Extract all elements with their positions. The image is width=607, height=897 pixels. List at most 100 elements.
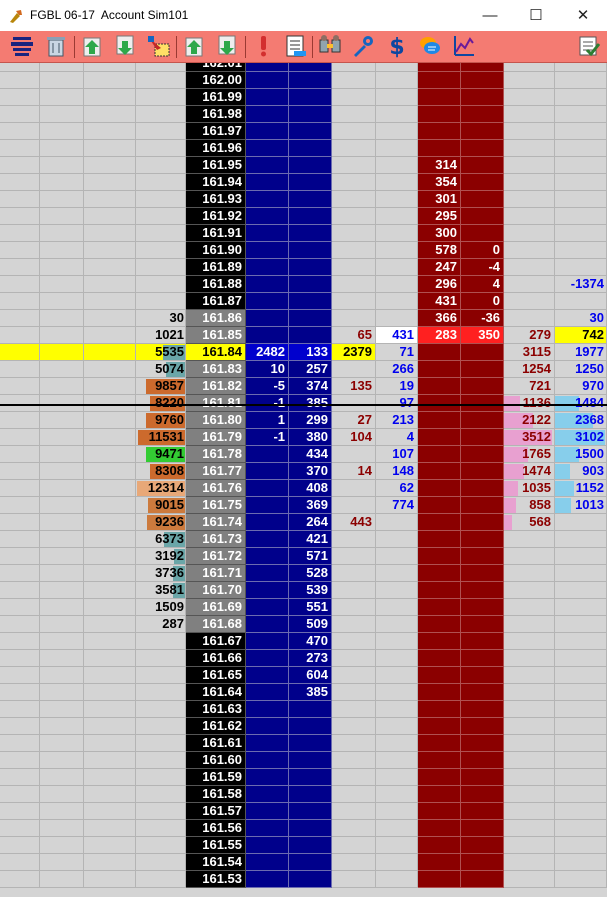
bid-order-cell[interactable] [246, 463, 289, 480]
bid-depth-cell[interactable] [136, 701, 186, 718]
trash-button[interactable] [43, 33, 69, 59]
price-cell[interactable]: 161.89 [186, 259, 246, 276]
buy-trade-cell[interactable] [504, 174, 555, 191]
bid-depth-cell[interactable] [136, 718, 186, 735]
ladder-row[interactable]: 161.90 578 0 [0, 242, 607, 259]
buy-volume-cell[interactable] [376, 276, 418, 293]
sell-trade-cell[interactable] [555, 157, 607, 174]
ladder-cell-left-blank[interactable] [40, 871, 84, 888]
bid-volume-cell[interactable] [289, 701, 332, 718]
bid-order-cell[interactable] [246, 769, 289, 786]
ask-volume-cell[interactable] [418, 378, 461, 395]
ladder-cell-left-blank[interactable] [40, 633, 84, 650]
ladder-cell-left-blank[interactable] [0, 480, 40, 497]
sell-trade-cell[interactable] [555, 854, 607, 871]
buy-trade-cell[interactable] [504, 276, 555, 293]
sell-volume-cell[interactable] [332, 106, 376, 123]
ladder-cell-left-blank[interactable] [84, 361, 136, 378]
ladder-cell-left-blank[interactable] [40, 667, 84, 684]
ladder-cell-left-blank[interactable] [40, 786, 84, 803]
sell-volume-cell[interactable] [332, 446, 376, 463]
ladder-cell-left-blank[interactable] [40, 72, 84, 89]
buy-volume-cell[interactable] [376, 259, 418, 276]
bid-depth-cell[interactable] [136, 242, 186, 259]
bid-depth-cell[interactable] [136, 735, 186, 752]
ladder-cell-left-blank[interactable] [84, 463, 136, 480]
price-cell[interactable]: 161.85 [186, 327, 246, 344]
sell-volume-cell[interactable] [332, 497, 376, 514]
price-cell[interactable]: 161.56 [186, 820, 246, 837]
sell-trade-cell[interactable]: -1374 [555, 276, 607, 293]
ladder-row[interactable]: 6373 161.73 421 [0, 531, 607, 548]
ask-order-cell[interactable]: 0 [461, 242, 504, 259]
minimize-button[interactable]: — [467, 0, 513, 31]
buy-trade-cell[interactable]: 2122 [504, 412, 555, 429]
ladder-row[interactable]: 161.56 [0, 820, 607, 837]
buy-trade-cell[interactable]: 858 [504, 497, 555, 514]
ladder-row[interactable]: 161.64 385 [0, 684, 607, 701]
bid-volume-cell[interactable] [289, 225, 332, 242]
ask-volume-cell[interactable] [418, 616, 461, 633]
sell-volume-cell[interactable]: 104 [332, 429, 376, 446]
ladder-row[interactable]: 161.57 [0, 803, 607, 820]
bid-depth-cell[interactable]: 30 [136, 310, 186, 327]
ask-volume-cell[interactable] [418, 803, 461, 820]
price-cell[interactable]: 161.62 [186, 718, 246, 735]
ladder-cell-left-blank[interactable] [0, 89, 40, 106]
bid-depth-cell[interactable]: 3192 [136, 548, 186, 565]
ladder-cell-left-blank[interactable] [0, 616, 40, 633]
sell-volume-cell[interactable]: 443 [332, 514, 376, 531]
bid-depth-cell[interactable] [136, 140, 186, 157]
bid-order-cell[interactable] [246, 310, 289, 327]
ladder-cell-left-blank[interactable] [84, 242, 136, 259]
ask-order-cell[interactable]: -36 [461, 310, 504, 327]
ask-order-cell[interactable] [461, 344, 504, 361]
sell-volume-cell[interactable] [332, 293, 376, 310]
ladder-cell-left-blank[interactable] [0, 361, 40, 378]
buy-volume-cell[interactable] [376, 242, 418, 259]
ladder-cell-left-blank[interactable] [0, 463, 40, 480]
ladder-cell-left-blank[interactable] [40, 599, 84, 616]
ask-volume-cell[interactable] [418, 412, 461, 429]
ladder-cell-left-blank[interactable] [0, 242, 40, 259]
ladder-cell-left-blank[interactable] [40, 191, 84, 208]
sell-trade-cell[interactable] [555, 293, 607, 310]
sell-trade-cell[interactable] [555, 701, 607, 718]
buy-volume-cell[interactable]: 19 [376, 378, 418, 395]
ladder-cell-left-blank[interactable] [0, 72, 40, 89]
bid-depth-cell[interactable] [136, 72, 186, 89]
sell-trade-cell[interactable]: 1500 [555, 446, 607, 463]
price-cell[interactable]: 161.97 [186, 123, 246, 140]
ladder-cell-left-blank[interactable] [84, 89, 136, 106]
price-cell[interactable]: 162.01 [186, 63, 246, 72]
buy-trade-cell[interactable]: 3115 [504, 344, 555, 361]
ladder-cell-left-blank[interactable] [84, 140, 136, 157]
bid-order-cell[interactable] [246, 72, 289, 89]
ladder-cell-left-blank[interactable] [40, 582, 84, 599]
bid-order-cell[interactable] [246, 854, 289, 871]
buy-volume-cell[interactable] [376, 140, 418, 157]
sell-volume-cell[interactable] [332, 157, 376, 174]
ladder-cell-left-blank[interactable] [84, 871, 136, 888]
sell-trade-cell[interactable]: 1977 [555, 344, 607, 361]
ask-order-cell[interactable] [461, 225, 504, 242]
ladder-row[interactable]: 161.94 354 [0, 174, 607, 191]
ladder-cell-left-blank[interactable] [0, 803, 40, 820]
bid-order-cell[interactable] [246, 293, 289, 310]
ladder-row[interactable]: 9015 161.75 369 774 858 1013 [0, 497, 607, 514]
buy-trade-cell[interactable]: 1474 [504, 463, 555, 480]
bid-volume-cell[interactable]: 273 [289, 650, 332, 667]
ladder-row[interactable]: 161.62 [0, 718, 607, 735]
bid-depth-cell[interactable]: 9760 [136, 412, 186, 429]
bid-order-cell[interactable] [246, 752, 289, 769]
ladder-cell-left-blank[interactable] [84, 548, 136, 565]
order-list-button[interactable] [283, 33, 309, 59]
ask-volume-cell[interactable] [418, 786, 461, 803]
bid-depth-cell[interactable] [136, 650, 186, 667]
bid-volume-cell[interactable]: 434 [289, 446, 332, 463]
ask-volume-cell[interactable] [418, 854, 461, 871]
ladder-cell-left-blank[interactable] [84, 123, 136, 140]
ladder-cell-left-blank[interactable] [40, 803, 84, 820]
buy-trade-cell[interactable] [504, 140, 555, 157]
buy-trade-cell[interactable] [504, 599, 555, 616]
